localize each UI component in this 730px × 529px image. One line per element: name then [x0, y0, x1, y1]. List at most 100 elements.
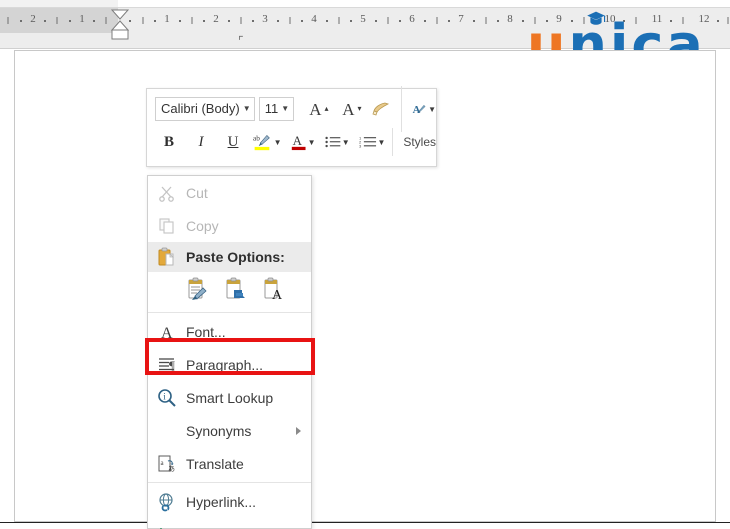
top-strip-segment: [0, 0, 118, 7]
context-menu: Cut Copy Paste Options: A A Font... ¶ Pa…: [147, 175, 312, 529]
chevron-down-icon[interactable]: ▼: [428, 105, 436, 114]
context-menu-label: Smart Lookup: [186, 389, 274, 406]
context-menu-item-translate[interactable]: a あ Translate: [148, 447, 311, 480]
tab-stop-marker[interactable]: ⌜: [238, 35, 244, 47]
context-menu-item-synonyms[interactable]: Synonyms: [148, 414, 311, 447]
context-menu-divider: [148, 482, 311, 483]
font-a-icon: A: [148, 323, 186, 341]
context-menu-label: Copy: [186, 217, 219, 234]
context-menu-label: Font...: [186, 323, 226, 340]
graduation-cap-icon: [587, 11, 606, 25]
svg-text:¶: ¶: [169, 358, 175, 373]
context-menu-item-hyperlink[interactable]: Hyperlink...: [148, 485, 311, 518]
mini-toolbar-row-1: Calibri (Body) ▼ 11 ▼ A ▴ A ▾ A ▼: [147, 86, 436, 132]
ruler-tick-label: 6: [409, 13, 415, 25]
bold-button[interactable]: B: [157, 129, 181, 155]
context-menu-label: Synonyms: [186, 422, 252, 439]
ruler-tick-label: 3: [262, 13, 268, 25]
mini-toolbar-row-2: B I U ab ▼ A ▼ ▼ 1 2 3 ▼ Styles: [147, 127, 436, 157]
copy-icon: [148, 217, 186, 235]
font-color-icon: A: [291, 133, 306, 151]
context-menu-item-copy[interactable]: Copy: [148, 209, 311, 242]
text-highlight-icon: ab: [253, 133, 270, 151]
svg-text:A: A: [292, 133, 302, 148]
shrink-font-button[interactable]: A ▾: [336, 96, 362, 122]
font-name-combo[interactable]: Calibri (Body) ▼: [155, 97, 255, 121]
svg-text:3: 3: [359, 144, 362, 149]
bullet-list-icon: [324, 136, 340, 148]
translate-icon: a あ: [148, 454, 186, 474]
chevron-down-icon[interactable]: ▼: [342, 138, 350, 147]
svg-text:A: A: [272, 288, 283, 301]
shrink-font-icon: A ▾: [342, 99, 362, 119]
font-name-value: Calibri (Body): [161, 101, 240, 116]
paste-clipboard-icon: [148, 247, 186, 267]
page-bottom-border: [0, 522, 730, 523]
paste-merge-formatting-button[interactable]: [224, 277, 246, 306]
left-indent-marker[interactable]: [107, 8, 133, 49]
text-effects-icon: A: [413, 104, 426, 116]
new-comment-icon: [148, 525, 186, 529]
svg-text:あ: あ: [168, 465, 175, 473]
numbered-list-icon: 1 2 3: [359, 136, 376, 149]
context-menu-item-smart-lookup[interactable]: i Smart Lookup: [148, 381, 311, 414]
context-menu-item-paragraph[interactable]: ¶ Paragraph...: [148, 348, 311, 381]
context-menu-label: Hyperlink...: [186, 493, 257, 510]
context-menu-item-cut[interactable]: Cut: [148, 176, 311, 209]
underline-icon: U: [227, 133, 239, 150]
context-menu-divider: [148, 312, 311, 313]
smart-lookup-icon: i: [148, 388, 186, 408]
font-size-combo[interactable]: 11 ▼: [258, 97, 295, 121]
chevron-down-icon[interactable]: ▼: [240, 98, 254, 120]
font-size-value: 11: [264, 101, 279, 116]
ruler-tick-label: 8: [507, 13, 513, 25]
underline-button[interactable]: U: [221, 129, 245, 155]
ruler-tick-label: 2: [30, 13, 36, 25]
mini-formatting-toolbar: Calibri (Body) ▼ 11 ▼ A ▴ A ▾ A ▼ B I U …: [146, 86, 437, 167]
text-highlight-color-button[interactable]: ab ▼: [253, 129, 282, 155]
ruler-tick-label: 5: [360, 13, 366, 25]
ruler-tick-label: 7: [458, 13, 464, 25]
context-menu-label: Paste Options:: [186, 249, 285, 265]
context-menu-label: Cut: [186, 184, 208, 201]
svg-text:A: A: [161, 325, 173, 341]
italic-button[interactable]: I: [189, 129, 213, 155]
submenu-chevron-right-icon: [296, 426, 301, 435]
chevron-down-icon[interactable]: ▼: [378, 138, 386, 147]
ruler-tick-label: 4: [311, 13, 317, 25]
word-document-window: 2 1 1 2 3 4 5 6 7 8 9 10 11 12 ⌜ unica C…: [0, 0, 730, 529]
context-menu-paste-options-header: Paste Options:: [148, 242, 311, 272]
context-menu-label: Translate: [186, 455, 244, 472]
grow-font-icon: A ▴: [309, 99, 329, 119]
toolbar-divider: [401, 86, 402, 132]
context-menu-label: Paragraph...: [186, 356, 264, 373]
chevron-down-icon[interactable]: ▼: [308, 138, 316, 147]
ruler-tick-label: 1: [79, 13, 85, 25]
font-color-button[interactable]: A ▼: [291, 129, 316, 155]
chevron-down-icon[interactable]: ▼: [278, 98, 292, 120]
format-painter-button[interactable]: [369, 96, 393, 122]
grow-font-button[interactable]: A ▴: [303, 96, 329, 122]
numbering-button[interactable]: 1 2 3 ▼: [359, 129, 386, 155]
svg-text:ab: ab: [253, 133, 260, 142]
ruler-tick-label: 2: [213, 13, 219, 25]
styles-button[interactable]: Styles: [397, 135, 436, 149]
toolbar-divider: [392, 128, 394, 156]
hyperlink-globe-icon: [148, 492, 186, 512]
paste-keep-source-formatting-button[interactable]: [186, 277, 208, 306]
bold-icon: B: [163, 133, 174, 150]
ruler-tick-label: 1: [164, 13, 170, 25]
text-effects-button[interactable]: A ▼: [412, 96, 436, 122]
italic-icon: I: [198, 133, 204, 150]
bullets-button[interactable]: ▼: [324, 129, 350, 155]
scissors-icon: [148, 184, 186, 202]
paste-keep-text-only-button[interactable]: A: [262, 277, 284, 306]
svg-text:A: A: [413, 104, 421, 116]
context-menu-item-font[interactable]: A Font...: [148, 315, 311, 348]
paintbrush-icon: [372, 102, 390, 116]
chevron-down-icon[interactable]: ▼: [274, 138, 282, 147]
paste-options-row: A: [148, 272, 311, 310]
paragraph-icon: ¶: [148, 356, 186, 374]
window-top-strip: [0, 0, 730, 8]
context-menu-item-new-comment[interactable]: New Comment: [148, 518, 311, 529]
